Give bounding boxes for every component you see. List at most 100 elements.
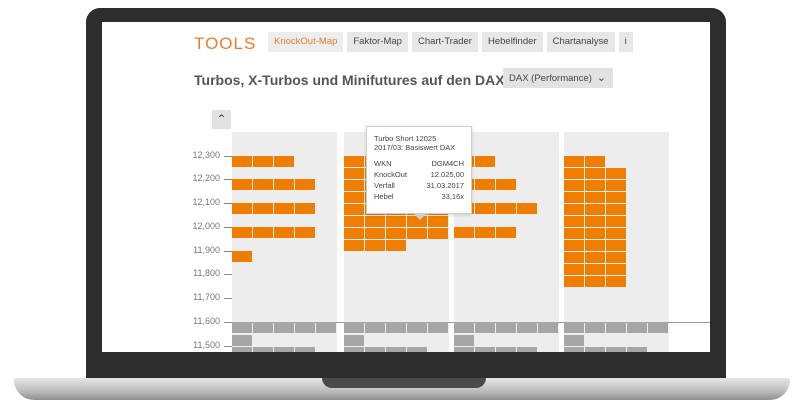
product-cell[interactable] bbox=[585, 276, 605, 287]
product-cell[interactable] bbox=[274, 179, 294, 190]
product-cell[interactable] bbox=[475, 156, 495, 167]
product-cell[interactable] bbox=[274, 322, 294, 333]
product-cell[interactable] bbox=[454, 322, 474, 333]
product-cell[interactable] bbox=[274, 156, 294, 167]
product-cell[interactable] bbox=[295, 203, 315, 214]
product-cell[interactable] bbox=[517, 203, 537, 214]
product-cell[interactable] bbox=[564, 216, 584, 227]
product-cell[interactable] bbox=[344, 347, 364, 352]
product-cell[interactable] bbox=[365, 240, 385, 251]
product-cell[interactable] bbox=[475, 227, 495, 238]
product-cell[interactable] bbox=[606, 252, 626, 263]
product-cell[interactable] bbox=[344, 335, 364, 346]
product-cell[interactable] bbox=[274, 227, 294, 238]
product-cell[interactable] bbox=[274, 203, 294, 214]
product-cell[interactable] bbox=[344, 168, 364, 179]
scroll-up-button[interactable]: ⌃ bbox=[212, 110, 231, 129]
product-cell[interactable] bbox=[428, 228, 448, 239]
product-cell[interactable] bbox=[365, 322, 385, 333]
product-cell[interactable] bbox=[232, 227, 252, 238]
product-cell[interactable] bbox=[232, 347, 252, 352]
underlying-select[interactable]: DAX (Performance) ⌄ bbox=[503, 68, 613, 88]
product-cell[interactable] bbox=[564, 204, 584, 215]
product-cell[interactable] bbox=[606, 264, 626, 275]
product-cell[interactable] bbox=[344, 240, 364, 251]
product-cell[interactable] bbox=[627, 322, 647, 333]
tab-chart-trader[interactable]: Chart-Trader bbox=[411, 32, 478, 52]
product-cell[interactable] bbox=[295, 227, 315, 238]
product-cell[interactable] bbox=[606, 322, 626, 333]
product-cell[interactable] bbox=[585, 264, 605, 275]
product-cell[interactable] bbox=[475, 203, 495, 214]
product-cell[interactable] bbox=[475, 347, 495, 352]
product-cell[interactable] bbox=[585, 204, 605, 215]
product-cell[interactable] bbox=[606, 192, 626, 203]
product-cell[interactable] bbox=[475, 322, 495, 333]
product-cell[interactable] bbox=[496, 347, 516, 352]
product-cell[interactable] bbox=[606, 228, 626, 239]
product-cell[interactable] bbox=[606, 276, 626, 287]
product-cell[interactable] bbox=[407, 322, 427, 333]
product-cell[interactable] bbox=[564, 347, 584, 352]
product-cell[interactable] bbox=[344, 180, 364, 191]
product-cell[interactable] bbox=[564, 264, 584, 275]
product-cell[interactable] bbox=[606, 168, 626, 179]
product-cell[interactable] bbox=[585, 216, 605, 227]
product-cell[interactable] bbox=[386, 347, 406, 352]
product-cell[interactable] bbox=[564, 252, 584, 263]
product-cell[interactable] bbox=[344, 228, 364, 239]
product-cell[interactable] bbox=[344, 156, 364, 167]
product-cell[interactable] bbox=[253, 227, 273, 238]
tab-chartanalyse[interactable]: Chartanalyse bbox=[546, 32, 615, 52]
product-cell[interactable] bbox=[585, 180, 605, 191]
product-cell[interactable] bbox=[606, 216, 626, 227]
product-cell[interactable] bbox=[564, 335, 584, 346]
product-cell[interactable] bbox=[344, 216, 364, 227]
product-cell[interactable] bbox=[564, 322, 584, 333]
product-cell[interactable] bbox=[585, 252, 605, 263]
product-cell[interactable] bbox=[606, 240, 626, 251]
product-cell[interactable] bbox=[564, 192, 584, 203]
product-cell[interactable] bbox=[386, 216, 406, 227]
product-cell[interactable] bbox=[648, 322, 668, 333]
product-cell[interactable] bbox=[564, 240, 584, 251]
product-cell[interactable] bbox=[232, 335, 252, 346]
product-cell[interactable] bbox=[517, 347, 537, 352]
product-cell[interactable] bbox=[606, 180, 626, 191]
product-cell[interactable] bbox=[386, 228, 406, 239]
product-cell[interactable] bbox=[606, 347, 626, 352]
product-cell[interactable] bbox=[295, 179, 315, 190]
tab-hebelfinder[interactable]: Hebelfinder bbox=[481, 32, 543, 52]
product-cell[interactable] bbox=[585, 168, 605, 179]
product-cell[interactable] bbox=[253, 322, 273, 333]
product-cell[interactable] bbox=[295, 322, 315, 333]
product-cell[interactable] bbox=[564, 180, 584, 191]
product-cell[interactable] bbox=[253, 179, 273, 190]
product-cell[interactable] bbox=[344, 204, 364, 215]
product-cell[interactable] bbox=[428, 322, 448, 333]
product-cell[interactable] bbox=[365, 228, 385, 239]
product-cell[interactable] bbox=[496, 227, 516, 238]
product-cell[interactable] bbox=[295, 347, 315, 352]
product-cell[interactable] bbox=[365, 347, 385, 352]
product-cell[interactable] bbox=[316, 322, 336, 333]
product-cell[interactable] bbox=[386, 322, 406, 333]
product-cell[interactable] bbox=[232, 322, 252, 333]
product-cell[interactable] bbox=[627, 347, 647, 352]
product-cell[interactable] bbox=[564, 276, 584, 287]
tab-knockout-map[interactable]: KnockOut-Map bbox=[268, 32, 344, 52]
product-cell[interactable] bbox=[232, 251, 252, 262]
product-cell[interactable] bbox=[253, 203, 273, 214]
product-cell[interactable] bbox=[564, 168, 584, 179]
product-cell[interactable] bbox=[538, 322, 558, 333]
product-cell[interactable] bbox=[475, 179, 495, 190]
product-cell[interactable] bbox=[606, 204, 626, 215]
product-cell[interactable] bbox=[564, 228, 584, 239]
product-cell[interactable] bbox=[585, 240, 605, 251]
product-cell[interactable] bbox=[386, 240, 406, 251]
product-cell[interactable] bbox=[585, 192, 605, 203]
product-cell[interactable] bbox=[232, 203, 252, 214]
product-cell[interactable] bbox=[454, 335, 474, 346]
product-cell[interactable] bbox=[454, 347, 474, 352]
product-cell[interactable] bbox=[585, 228, 605, 239]
